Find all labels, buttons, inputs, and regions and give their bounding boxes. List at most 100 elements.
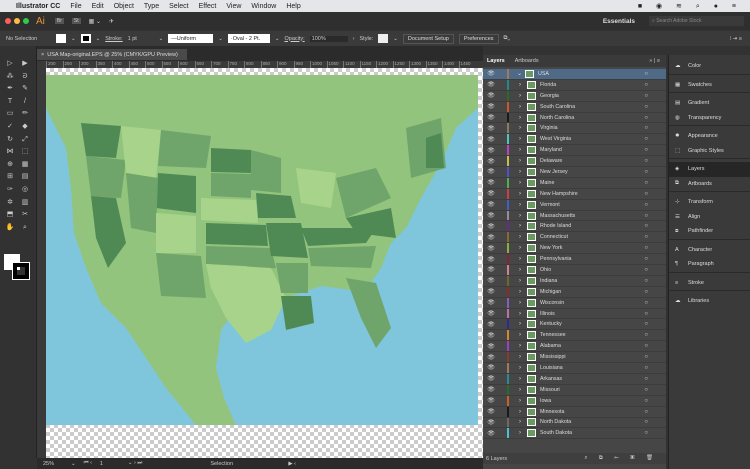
artboard-canvas[interactable] xyxy=(46,68,483,458)
target-circle-icon[interactable]: ○ xyxy=(644,387,648,393)
layer-row[interactable]: 👁 › Alabama ○ xyxy=(483,341,666,353)
target-circle-icon[interactable]: ○ xyxy=(644,223,648,229)
current-tool[interactable]: Selection xyxy=(210,461,280,467)
target-circle-icon[interactable]: ○ xyxy=(644,398,648,404)
expand-chevron-icon[interactable]: › xyxy=(519,180,527,186)
dock-item-align[interactable]: ☰ Align xyxy=(669,210,750,225)
visibility-eye-icon[interactable]: 👁 xyxy=(485,223,497,230)
vertical-ruler[interactable] xyxy=(37,61,46,458)
shaper-tool-icon[interactable]: ✓ xyxy=(5,123,15,131)
arrange-icon[interactable]: ⧉⌄ xyxy=(504,35,511,42)
menu-view[interactable]: View xyxy=(226,3,241,10)
target-circle-icon[interactable]: ○ xyxy=(644,419,648,425)
curvature-tool-icon[interactable]: ✎ xyxy=(20,85,30,93)
target-circle-icon[interactable]: ○ xyxy=(644,71,648,77)
dock-item-pathfinder[interactable]: ⧈ Pathfinder xyxy=(669,224,750,239)
shape-builder-tool-icon[interactable]: ⊕ xyxy=(5,161,15,169)
dock-item-transform[interactable]: ⊹ Transform xyxy=(669,195,750,210)
target-circle-icon[interactable]: ○ xyxy=(644,409,648,415)
target-circle-icon[interactable]: ○ xyxy=(644,125,648,131)
stock-button[interactable]: St xyxy=(71,18,81,24)
visibility-eye-icon[interactable]: 👁 xyxy=(485,397,497,404)
horizontal-ruler[interactable]: 200 250 300 350 400 450 500 550 600 650 700 750 800 8… xyxy=(46,61,483,68)
layer-row[interactable]: 👁 › Maryland ○ xyxy=(483,145,666,157)
expand-chevron-icon[interactable]: › xyxy=(519,136,527,142)
visibility-eye-icon[interactable]: 👁 xyxy=(485,354,497,361)
layer-row[interactable]: 👁 › South Dakota ○ xyxy=(483,428,666,440)
expand-chevron-icon[interactable]: › xyxy=(519,343,527,349)
visibility-eye-icon[interactable]: 👁 xyxy=(485,245,497,252)
target-circle-icon[interactable]: ○ xyxy=(644,115,648,121)
dock-item-paragraph[interactable]: ¶ Paragraph xyxy=(669,257,750,272)
expand-chevron-icon[interactable]: › xyxy=(519,169,527,175)
panel-menu-icon[interactable]: ⁞ ⇥ ≡ xyxy=(730,36,742,42)
target-circle-icon[interactable]: ○ xyxy=(644,311,648,317)
visibility-eye-icon[interactable]: 👁 xyxy=(485,136,497,143)
expand-chevron-icon[interactable]: › xyxy=(519,332,527,338)
menu-effect[interactable]: Effect xyxy=(199,3,217,10)
visibility-eye-icon[interactable]: 👁 xyxy=(485,419,497,426)
menu-help[interactable]: Help xyxy=(286,3,300,10)
expand-chevron-icon[interactable]: › xyxy=(519,267,527,273)
expand-chevron-icon[interactable]: › xyxy=(519,409,527,415)
minimize-window-button[interactable] xyxy=(14,18,20,24)
zoom-window-button[interactable] xyxy=(23,18,29,24)
layer-actions-icons[interactable]: ⌕ ⧉ ⇤ ▣ 🗑 xyxy=(584,455,658,462)
visibility-eye-icon[interactable]: 👁 xyxy=(485,343,497,350)
target-circle-icon[interactable]: ○ xyxy=(644,147,648,153)
target-circle-icon[interactable]: ○ xyxy=(644,332,648,338)
expand-chevron-icon[interactable]: › xyxy=(519,387,527,393)
tab-artboards[interactable]: Artboards xyxy=(515,58,539,64)
tab-layers[interactable]: Layers xyxy=(487,58,505,64)
artboard-tool-icon[interactable]: ⬒ xyxy=(5,211,15,219)
layer-row[interactable]: 👁 › Iowa ○ xyxy=(483,395,666,407)
visibility-eye-icon[interactable]: 👁 xyxy=(485,234,497,241)
expand-chevron-icon[interactable]: › xyxy=(519,256,527,262)
mesh-tool-icon[interactable]: ⊞ xyxy=(5,173,15,181)
target-circle-icon[interactable]: ○ xyxy=(644,82,648,88)
panel-menu-icon[interactable]: » | ≡ xyxy=(649,58,660,64)
expand-chevron-icon[interactable]: ⌄ xyxy=(517,70,525,77)
eyedropper-tool-icon[interactable]: ✑ xyxy=(5,186,15,194)
width-tool-icon[interactable]: ⋈ xyxy=(5,148,15,156)
layer-row[interactable]: 👁 › Wisconsin ○ xyxy=(483,297,666,309)
visibility-eye-icon[interactable]: 👁 xyxy=(485,266,497,273)
visibility-eye-icon[interactable]: 👁 xyxy=(485,190,497,197)
brush-definition[interactable]: · Oval - 2 Pt. xyxy=(227,34,270,43)
target-circle-icon[interactable]: ○ xyxy=(644,267,648,273)
graph-tool-icon[interactable]: ▥ xyxy=(20,199,30,207)
layer-row[interactable]: 👁 › Ohio ○ xyxy=(483,265,666,276)
stroke-weight-input[interactable]: 1 pt xyxy=(128,36,154,42)
expand-chevron-icon[interactable]: › xyxy=(519,398,527,404)
visibility-eye-icon[interactable]: 👁 xyxy=(485,179,497,186)
target-circle-icon[interactable]: ○ xyxy=(644,169,648,175)
dock-item-character[interactable]: A Character xyxy=(669,243,750,258)
expand-chevron-icon[interactable]: › xyxy=(519,376,527,382)
layer-row[interactable]: 👁 › Kentucky ○ xyxy=(483,319,666,331)
layer-row-usa[interactable]: 👁 ⌄ USA ○ xyxy=(483,69,666,80)
menu-window[interactable]: Window xyxy=(251,3,276,10)
layer-row[interactable]: 👁 › North Carolina ○ xyxy=(483,112,666,124)
layer-row[interactable]: 👁 › Maine ○ xyxy=(483,177,666,189)
zoom-level[interactable]: 25% xyxy=(43,461,63,467)
dock-item-artboards[interactable]: ⧉ Artboards xyxy=(669,177,750,192)
target-circle-icon[interactable]: ○ xyxy=(644,343,648,349)
stroke-color-swatch[interactable] xyxy=(12,262,30,280)
style-swatch[interactable] xyxy=(378,34,389,43)
layer-row[interactable]: 👁 › Arkansas ○ xyxy=(483,373,666,385)
usa-map[interactable] xyxy=(46,68,483,458)
target-circle-icon[interactable]: ○ xyxy=(644,136,648,142)
visibility-eye-icon[interactable]: 👁 xyxy=(485,125,497,132)
expand-chevron-icon[interactable]: › xyxy=(519,158,527,164)
direct-selection-tool-icon[interactable]: ▶ xyxy=(20,60,30,68)
menu-select[interactable]: Select xyxy=(169,3,188,10)
layer-row[interactable]: 👁 › Illinois ○ xyxy=(483,308,666,320)
expand-chevron-icon[interactable]: › xyxy=(519,245,527,251)
visibility-eye-icon[interactable]: 👁 xyxy=(485,386,497,393)
expand-chevron-icon[interactable]: › xyxy=(519,191,527,197)
layer-row[interactable]: 👁 › Indiana ○ xyxy=(483,275,666,287)
visibility-eye-icon[interactable]: 👁 xyxy=(485,408,497,415)
target-circle-icon[interactable]: ○ xyxy=(644,158,648,164)
magic-wand-tool-icon[interactable]: ⁂ xyxy=(5,73,15,81)
target-circle-icon[interactable]: ○ xyxy=(644,93,648,99)
